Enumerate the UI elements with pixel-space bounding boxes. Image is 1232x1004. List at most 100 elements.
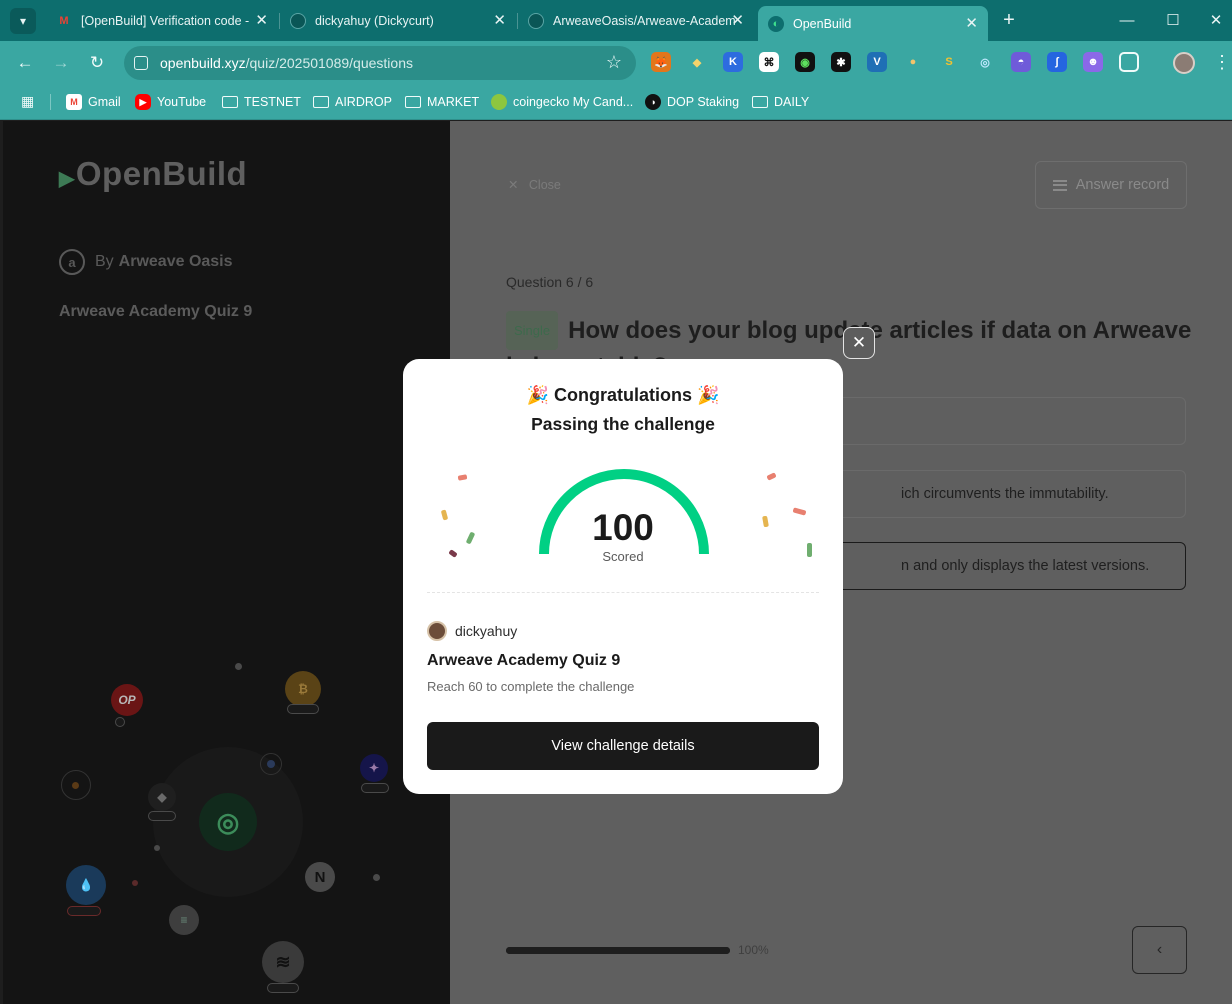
organizer-row: a By Arweave Oasis [59, 249, 233, 275]
bookmark-star-icon[interactable]: ☆ [606, 52, 622, 73]
bookmark-airdrop[interactable]: AIRDROP [313, 92, 392, 112]
openbuild-logo[interactable]: ▶OpenBuild [59, 155, 247, 193]
network-badge [148, 811, 176, 821]
extension-icon[interactable]: S [939, 52, 959, 72]
previous-question-button[interactable]: ‹ [1132, 926, 1187, 974]
network-dot [72, 782, 79, 789]
extension-icon[interactable]: ʃ [1047, 52, 1067, 72]
progress-label: 100% [738, 943, 769, 957]
score-label: Scored [602, 549, 644, 564]
gmail-icon: M [66, 94, 82, 110]
bookmark-testnet[interactable]: TESTNET [222, 92, 301, 112]
list-icon [1052, 179, 1067, 191]
tab-search-button[interactable]: ▾ [10, 8, 36, 34]
tab-github-repo[interactable]: ArweaveOasis/Arweave-Academ ✕ [518, 6, 754, 35]
browser-menu-icon[interactable]: ⋮ [1213, 51, 1231, 73]
network-dot [235, 663, 242, 670]
close-icon[interactable]: ✕ [493, 11, 506, 29]
quiz-progress-bar [506, 947, 730, 954]
user-row: dickyahuy [427, 621, 517, 641]
tab-bar: ▾ M [OpenBuild] Verification code - ✕ di… [0, 0, 1232, 41]
tab-github-profile[interactable]: dickyahuy (Dickycurt) ✕ [280, 6, 516, 35]
organizer-name[interactable]: Arweave Oasis [119, 253, 233, 271]
option-text: n and only displays the latest versions. [901, 558, 1150, 574]
extension-icon[interactable]: ◉ [795, 52, 815, 72]
tab-openbuild[interactable]: ◐ OpenBuild ✕ [758, 6, 988, 41]
site-info-icon[interactable] [134, 56, 148, 70]
close-icon: ✕ [851, 333, 867, 352]
network-dot [154, 845, 160, 851]
confetti-piece [766, 472, 777, 481]
option-text: ich circumvents the immutability. [901, 486, 1109, 502]
bookmark-gmail[interactable]: M Gmail [66, 92, 121, 112]
close-window-button[interactable]: ✕ [1201, 6, 1231, 34]
bookmark-label: AIRDROP [335, 95, 392, 109]
arweave-icon: a [59, 249, 85, 275]
github-icon [528, 12, 544, 29]
progress-fill [506, 947, 730, 954]
back-button[interactable]: ← [13, 51, 37, 75]
extension-icon[interactable]: ◆ [687, 52, 707, 72]
bookmarks-divider [50, 94, 51, 110]
logo-text: OpenBuild [75, 155, 248, 192]
tab-title: dickyahuy (Dickycurt) [315, 13, 434, 28]
bookmark-label: YouTube [157, 95, 207, 109]
profile-avatar[interactable] [1173, 52, 1195, 74]
gmail-icon: M [59, 14, 69, 27]
minimize-button[interactable]: — [1112, 6, 1142, 34]
answer-record-button[interactable]: Answer record [1035, 161, 1187, 209]
extension-icon[interactable]: V [867, 52, 887, 72]
bookmarks-bar: ▦ M Gmail ▶ YouTube TESTNET AIRDROP MARK… [0, 85, 1232, 120]
question-progress: Question 6 / 6 [506, 274, 594, 290]
sui-icon: 💧 [66, 865, 106, 905]
url-text: openbuild.xyz/quiz/202501089/questions [160, 55, 413, 71]
solana-icon: ≡ [169, 905, 199, 935]
extensions-puzzle-icon[interactable] [1119, 52, 1139, 72]
extension-icon[interactable]: ☻ [1083, 52, 1103, 72]
close-icon: ✕ [508, 178, 519, 192]
metamask-extension-icon[interactable]: 🦊 [651, 52, 671, 72]
forward-button[interactable]: → [49, 51, 73, 75]
extension-icon[interactable]: ● [903, 52, 923, 72]
folder-icon [405, 96, 421, 108]
bookmark-youtube[interactable]: ▶ YouTube [135, 92, 206, 112]
address-bar[interactable]: openbuild.xyz/quiz/202501089/questions ☆ [124, 46, 636, 80]
close-icon[interactable]: ✕ [731, 11, 744, 29]
modal-close-button[interactable]: ✕ [843, 327, 875, 359]
network-badge [115, 717, 125, 727]
bookmark-market[interactable]: MARKET [405, 92, 479, 112]
keplr-extension-icon[interactable]: K [723, 52, 743, 72]
extension-icon[interactable]: ⌘ [759, 52, 779, 72]
network-badge [267, 983, 299, 993]
result-modal: 🎉 Congratulations 🎉 Passing the challeng… [403, 359, 843, 794]
pass-requirement: Reach 60 to complete the challenge [427, 679, 635, 694]
close-icon[interactable]: ✕ [965, 14, 978, 32]
tab-title: [OpenBuild] Verification code - [81, 13, 250, 28]
bookmark-coingecko[interactable]: coingecko My Cand... [491, 92, 633, 112]
quiz-title: Arweave Academy Quiz 9 [59, 303, 253, 320]
reload-button[interactable]: ↻ [85, 51, 109, 75]
close-icon[interactable]: ✕ [255, 11, 268, 29]
ethereum-icon: ◆ [148, 783, 176, 811]
button-label: View challenge details [551, 738, 695, 754]
folder-icon [752, 96, 768, 108]
view-challenge-details-button[interactable]: View challenge details [427, 722, 819, 770]
bookmark-daily[interactable]: DAILY [752, 92, 809, 112]
maximize-button[interactable]: ☐ [1158, 6, 1188, 34]
new-tab-button[interactable]: + [998, 8, 1020, 32]
tab-gmail[interactable]: M [OpenBuild] Verification code - ✕ [46, 6, 278, 35]
extension-icon[interactable]: ◎ [975, 52, 995, 72]
network-badge [67, 906, 101, 916]
bookmark-dop-staking[interactable]: ◑ DOP Staking [645, 92, 739, 112]
username: dickyahuy [455, 623, 518, 639]
user-avatar [427, 621, 447, 641]
bookmark-label: MARKET [427, 95, 480, 109]
starknet-icon: ✦ [360, 754, 388, 782]
apps-grid-icon[interactable]: ▦ [21, 93, 37, 109]
close-label: Close [528, 178, 561, 192]
bookmark-label: coingecko My Cand... [513, 95, 634, 109]
close-quiz-button[interactable]: ✕ Close [508, 177, 561, 192]
bitcoin-icon: ₿ [285, 671, 321, 707]
extension-icon[interactable]: ✱ [831, 52, 851, 72]
extension-icon[interactable]: ◓ [1011, 52, 1031, 72]
